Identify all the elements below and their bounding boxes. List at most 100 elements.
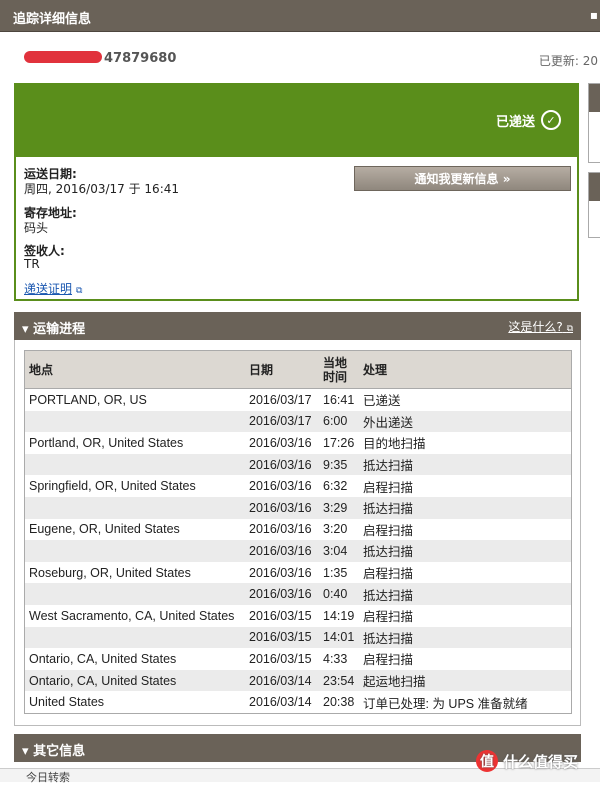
cell-location: PORTLAND, OR, US [29, 392, 147, 407]
column-date: 日期 [245, 350, 319, 389]
cell-date: 2016/03/16 [245, 496, 319, 519]
cell-time: 4:33 [323, 651, 348, 666]
cell-activity: 起运地扫描 [359, 669, 572, 692]
right-side-panel-2-header [589, 173, 600, 201]
cell-time: 14:01 [319, 626, 359, 649]
cell-date: 2016/03/16 [245, 583, 319, 605]
cell-time: 0:40 [319, 583, 359, 605]
cell-activity: 外出递送 [359, 410, 572, 433]
cell-location: West Sacramento, CA, United States [29, 608, 235, 623]
cell-location: Springfield, OR, United States [29, 479, 196, 494]
cell-location [24, 626, 245, 649]
cell-activity: 订单已处理: 为 UPS 准备就绪 [363, 696, 528, 711]
cell-location [24, 410, 245, 433]
table-row: 2016/03/16 3:29 抵达扫描 [24, 496, 572, 519]
cell-time: 3:20 [323, 522, 348, 537]
cell-time: 9:35 [319, 453, 359, 476]
cell-location: Portland, OR, United States [29, 435, 184, 450]
cell-activity: 抵达扫描 [359, 540, 572, 562]
right-side-panel-2 [588, 172, 600, 238]
cell-time: 3:04 [319, 540, 359, 562]
cell-date: 2016/03/16 [249, 565, 312, 580]
cell-time: 6:00 [319, 410, 359, 433]
section-title: ▾ 运输进程 [22, 322, 86, 337]
table-row: 2016/03/15 14:01 抵达扫描 [24, 626, 572, 649]
cell-activity: 已递送 [363, 394, 401, 409]
table-row: Springfield, OR, United States 2016/03/16… [25, 475, 572, 497]
table-row: Roseburg, OR, United States 2016/03/16 1:3… [25, 562, 572, 584]
cell-date: 2016/03/17 [249, 392, 312, 407]
cell-date: 2016/03/14 [245, 669, 319, 692]
signed-by-value: TR [24, 257, 40, 271]
right-side-panel-header [589, 84, 600, 112]
shipment-history-table: 地点 日期 当地时间 处理 PORTLAND, OR, US 2016/03/17… [24, 350, 572, 714]
what-is-this-link[interactable]: 这是什么? ⧉ [508, 318, 573, 335]
cell-time: 20:38 [323, 695, 355, 710]
status-text: 已递送 [495, 114, 535, 130]
shipment-progress-header[interactable]: ▾ 运输进程 这是什么? ⧉ [14, 312, 581, 340]
cell-location [24, 540, 245, 562]
cell-location: Ontario, CA, United States [24, 669, 245, 692]
cell-location: Eugene, OR, United States [29, 522, 180, 537]
header-title: 追踪详细信息 [13, 12, 92, 27]
cell-activity: 启程扫描 [363, 567, 414, 582]
proof-of-delivery-label: 递送证明 [24, 282, 73, 296]
right-side-panel [588, 83, 600, 163]
cell-time: 23:54 [319, 669, 359, 692]
table-header-row: 地点 日期 当地时间 处理 [24, 350, 572, 389]
cell-date: 2016/03/16 [245, 453, 319, 476]
bottom-strip-text: 今日转索 [26, 771, 70, 784]
notify-me-button[interactable]: 通知我更新信息 » [354, 166, 571, 191]
table-row: West Sacramento, CA, United States 2016/0… [25, 605, 572, 627]
tracking-details-header: 追踪详细信息 ▪ [0, 0, 600, 32]
cell-date: 2016/03/16 [245, 540, 319, 562]
table-row: 2016/03/16 9:35 抵达扫描 [24, 453, 572, 476]
table-row: 2016/03/17 6:00 外出递送 [24, 410, 572, 433]
cell-location [24, 496, 245, 519]
cell-activity: 抵达扫描 [359, 496, 572, 519]
column-activity: 处理 [359, 350, 572, 389]
cell-date: 2016/03/14 [249, 695, 312, 710]
status-banner: 已递送 ✓ [16, 85, 577, 157]
cell-activity: 启程扫描 [363, 653, 414, 668]
cell-time: 1:35 [323, 565, 348, 580]
cell-activity: 目的地扫描 [363, 437, 426, 452]
table-row: Ontario, CA, United States 2016/03/14 23:5… [24, 669, 572, 692]
column-location: 地点 [24, 350, 245, 389]
cell-time: 16:41 [323, 392, 355, 407]
check-circle-icon: ✓ [541, 110, 561, 130]
cell-time: 6:32 [323, 479, 348, 494]
collapse-icon[interactable]: ▪ [590, 8, 598, 22]
cell-date: 2016/03/15 [249, 651, 312, 666]
cell-activity: 抵达扫描 [359, 626, 572, 649]
proof-of-delivery-link[interactable]: 递送证明 ⧉ [24, 280, 82, 297]
cell-date: 2016/03/17 [245, 410, 319, 433]
cell-time: 17:26 [323, 435, 355, 450]
table-body: PORTLAND, OR, US 2016/03/17 16:41 已递送 2016/0… [24, 389, 572, 714]
updated-label: 已更新: 20 [538, 54, 598, 68]
cell-activity: 抵达扫描 [359, 453, 572, 476]
cell-location: Ontario, CA, United States [29, 651, 177, 666]
left-at-value: 码头 [24, 221, 49, 235]
watermark: 值 什么值得买 [476, 750, 578, 772]
column-local-time: 当地时间 [319, 350, 359, 389]
table-row: 2016/03/16 3:04 抵达扫描 [24, 540, 572, 562]
watermark-logo: 值 [476, 750, 498, 772]
watermark-text: 什么值得买 [503, 752, 579, 771]
delivery-status-card: 已递送 ✓ 运送日期: 周四, 2016/03/17 于 16:41 寄存地址:… [14, 83, 579, 301]
cell-activity: 启程扫描 [363, 523, 414, 538]
table-row: United States 2016/03/14 20:38 订单已处理: 为 UPS… [25, 691, 572, 713]
status-badge: 已递送 ✓ [496, 110, 561, 130]
section-title: ▾ 其它信息 [22, 744, 86, 759]
table-row: Portland, OR, United States 2016/03/16 17:… [25, 432, 572, 454]
table-row: 2016/03/16 0:40 抵达扫描 [24, 583, 572, 605]
cell-date: 2016/03/16 [249, 435, 312, 450]
tracking-number-suffix: 47879680 [104, 51, 177, 66]
cell-date: 2016/03/15 [249, 608, 312, 623]
cell-time: 3:29 [319, 496, 359, 519]
cell-date: 2016/03/16 [249, 522, 312, 537]
redaction-mark [24, 51, 102, 63]
cell-location: United States [29, 695, 105, 710]
cell-time: 14:19 [323, 608, 355, 623]
cell-activity: 启程扫描 [363, 480, 414, 495]
